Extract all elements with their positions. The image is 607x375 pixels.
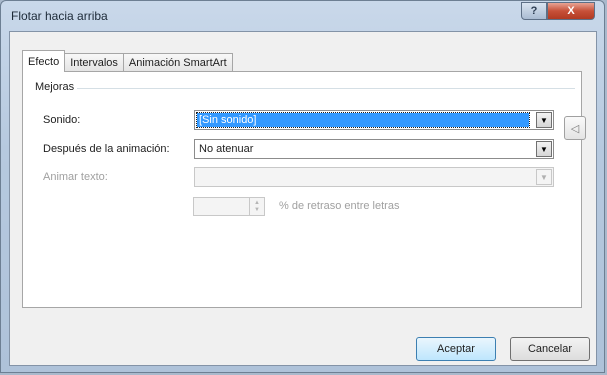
sound-label: Sonido:	[43, 114, 81, 126]
sound-combobox[interactable]: [Sin sonido] ▼	[194, 110, 554, 130]
delay-percent-spinner: ▲ ▼	[193, 197, 265, 216]
after-animation-label: Después de la animación:	[43, 143, 170, 155]
animate-text-label: Animar texto:	[43, 171, 108, 183]
help-icon: ?	[530, 5, 538, 17]
speaker-icon: ◁	[570, 122, 580, 135]
animate-text-combobox: ▼	[194, 167, 554, 187]
chevron-down-icon: ▼	[536, 169, 552, 185]
sound-value: [Sin sonido]	[196, 112, 530, 128]
dialog-title: Flotar hacia arriba	[11, 9, 108, 23]
delay-percent-label: % de retraso entre letras	[279, 200, 400, 212]
close-icon: X	[567, 5, 575, 17]
tab-intervalos[interactable]: Intervalos	[64, 53, 124, 72]
dialog-window: Flotar hacia arriba ? X Efecto Intervalo…	[0, 0, 605, 373]
after-animation-combobox[interactable]: No atenuar ▼	[194, 139, 554, 159]
chevron-down-icon[interactable]: ▼	[536, 141, 552, 157]
after-animation-value: No atenuar	[199, 143, 254, 155]
ok-button[interactable]: Aceptar	[416, 337, 496, 361]
tab-strip: Efecto Intervalos Animación SmartArt	[22, 50, 233, 72]
title-bar[interactable]: Flotar hacia arriba ? X	[1, 1, 604, 31]
tab-efecto[interactable]: Efecto	[22, 50, 66, 72]
dialog-body: Efecto Intervalos Animación SmartArt Mej…	[9, 31, 597, 366]
spinner-arrows-icon: ▲ ▼	[249, 198, 264, 215]
cancel-button[interactable]: Cancelar	[510, 337, 590, 361]
group-divider	[77, 88, 575, 89]
speaker-volume-button[interactable]: ◁	[564, 116, 586, 140]
help-button[interactable]: ?	[521, 2, 547, 20]
chevron-down-icon[interactable]: ▼	[536, 112, 552, 128]
animate-text-value	[197, 170, 201, 172]
tab-panel-efecto: Mejoras Sonido: [Sin sonido] ▼ Después d…	[22, 71, 582, 308]
close-button[interactable]: X	[547, 2, 595, 20]
tab-animacion-smartart[interactable]: Animación SmartArt	[122, 53, 233, 72]
group-label-mejoras: Mejoras	[35, 81, 75, 93]
